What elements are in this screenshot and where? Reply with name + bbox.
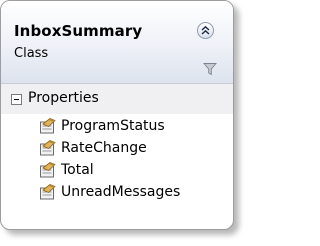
property-label: UnreadMessages	[61, 184, 181, 200]
property-item[interactable]: Total	[39, 160, 229, 182]
minus-box-icon[interactable]	[11, 94, 22, 105]
funnel-icon[interactable]	[203, 62, 217, 76]
property-item[interactable]: UnreadMessages	[39, 182, 229, 204]
property-icon	[40, 162, 56, 178]
class-stereotype: Class	[14, 46, 49, 61]
property-icon	[40, 118, 56, 134]
collapse-button[interactable]	[197, 22, 214, 39]
compartment-label-properties: Properties	[28, 90, 99, 106]
property-item[interactable]: RateChange	[39, 138, 229, 160]
class-header: InboxSummary Class	[1, 1, 233, 84]
class-shape[interactable]: InboxSummary Class Properties ProgramSta…	[0, 0, 234, 230]
class-name[interactable]: InboxSummary	[14, 22, 142, 40]
property-label: ProgramStatus	[61, 118, 165, 134]
property-icon	[40, 184, 56, 200]
double-chevron-up-icon	[201, 25, 210, 35]
property-label: RateChange	[61, 140, 147, 156]
property-icon	[40, 140, 56, 156]
property-label: Total	[61, 162, 94, 178]
property-item[interactable]: ProgramStatus	[39, 116, 229, 138]
